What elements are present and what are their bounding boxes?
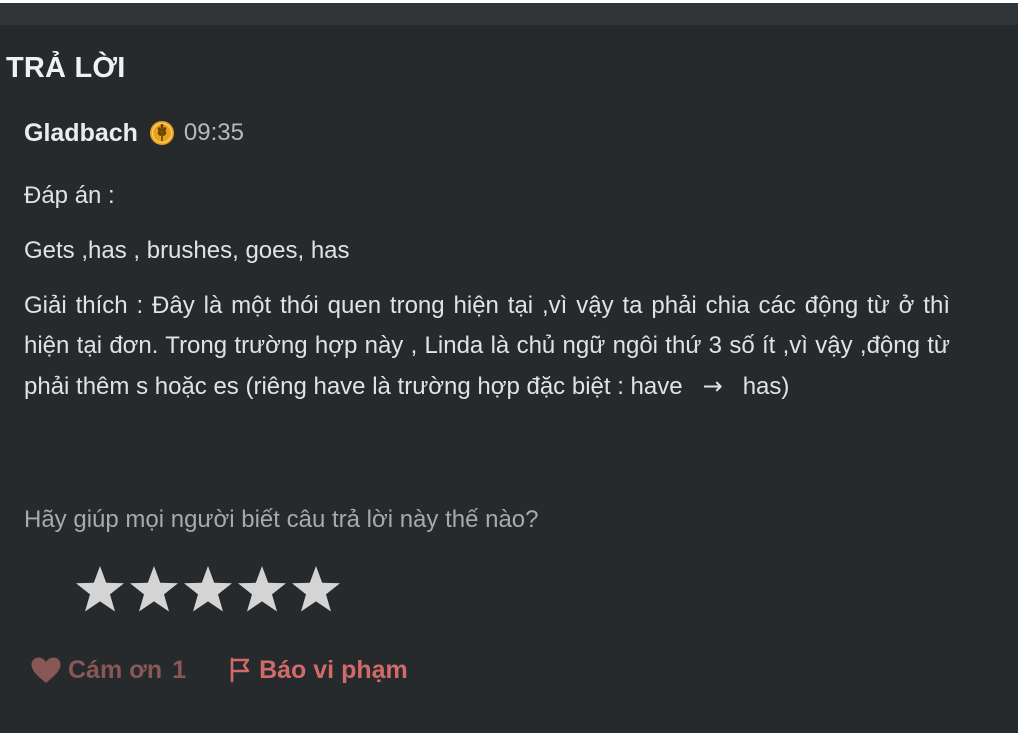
top-bar <box>0 3 1018 25</box>
report-button[interactable]: Báo vi phạm <box>229 656 408 685</box>
explanation-end: has) <box>742 373 790 400</box>
explanation-main: Giải thích : Đây là một thói quen trong … <box>24 292 950 400</box>
report-label: Báo vi phạm <box>259 655 408 684</box>
star-icon-1[interactable] <box>73 563 127 615</box>
rating-prompt: Hãy giúp mọi người biết câu trả lời này … <box>24 506 539 533</box>
thanks-button[interactable]: Cám ơn 1 <box>30 656 186 685</box>
answer-panel: TRẢ LỜI Gladbach 09:35 Đáp án : Gets ,ha… <box>0 3 1018 733</box>
thanks-label: Cám ơn <box>68 655 163 684</box>
thanks-count: 1 <box>172 655 187 684</box>
explanation-text: Giải thích : Đây là một thói quen trong … <box>24 286 950 407</box>
star-icon-5[interactable] <box>289 563 343 615</box>
heart-icon <box>30 656 62 684</box>
section-title: TRẢ LỜI <box>6 52 126 84</box>
flag-icon <box>229 657 251 683</box>
star-rating <box>73 563 343 615</box>
answer-label: Đáp án : <box>24 182 115 209</box>
answer-text: Gets ,has , brushes, goes, has <box>24 237 350 264</box>
star-icon-3[interactable] <box>181 563 235 615</box>
star-icon-4[interactable] <box>235 563 289 615</box>
wheat-rank-badge-icon <box>149 120 175 146</box>
arrow-symbol: → <box>702 372 723 400</box>
author-name[interactable]: Gladbach <box>24 119 138 148</box>
star-icon-2[interactable] <box>127 563 181 615</box>
answer-time: 09:35 <box>183 119 244 146</box>
answer-actions: Cám ơn 1 Báo vi phạm <box>30 650 408 690</box>
answer-meta: Gladbach 09:35 <box>24 115 244 151</box>
